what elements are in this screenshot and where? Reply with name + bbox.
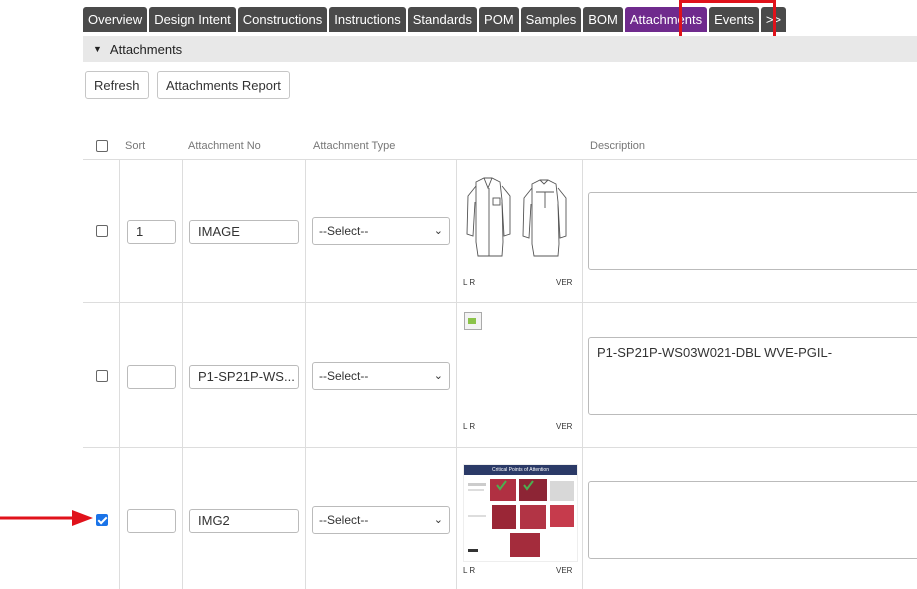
- attachment-type-value: --Select--: [319, 224, 369, 238]
- thumb-left-label[interactable]: L R: [463, 422, 475, 431]
- tab-more[interactable]: >>: [760, 7, 787, 32]
- red-arrow-icon: [0, 510, 93, 526]
- table-row: IMG2 --Select-- ⌄ Critical Points of Att…: [83, 447, 917, 589]
- table-header: Sort Attachment No Attachment Type Descr…: [83, 136, 917, 159]
- thumb-left-label[interactable]: L R: [463, 278, 475, 287]
- thumb-right-label[interactable]: VER: [556, 278, 572, 287]
- attachment-type-value: --Select--: [319, 369, 369, 383]
- chevron-down-icon: ⌄: [433, 225, 443, 237]
- sort-input[interactable]: [127, 509, 176, 533]
- refresh-button[interactable]: Refresh: [85, 71, 149, 99]
- attachment-type-select[interactable]: --Select-- ⌄: [312, 217, 450, 245]
- thumb-right-label[interactable]: VER: [556, 566, 572, 575]
- row-checkbox[interactable]: [96, 225, 108, 237]
- sort-input[interactable]: 1: [127, 220, 176, 244]
- attachment-type-value: --Select--: [319, 513, 369, 527]
- table-row: 1 IMAGE --Select-- ⌄ L R VER: [83, 159, 917, 303]
- column-header-description[interactable]: Description: [590, 140, 645, 152]
- tab-standards[interactable]: Standards: [407, 7, 478, 32]
- tab-attachments[interactable]: Attachments: [624, 7, 708, 32]
- broken-image-icon[interactable]: [464, 312, 482, 330]
- description-textarea[interactable]: P1-SP21P-WS03W021-DBL WVE-PGIL-: [588, 337, 917, 415]
- select-all-checkbox[interactable]: [96, 140, 108, 152]
- chevron-down-icon: ⌄: [433, 370, 443, 382]
- description-textarea[interactable]: [588, 481, 917, 559]
- attachment-no-input[interactable]: IMG2: [189, 509, 299, 533]
- column-header-attachment-type[interactable]: Attachment Type: [313, 140, 395, 152]
- tab-samples[interactable]: Samples: [520, 7, 582, 32]
- critical-points-thumbnail[interactable]: Critical Points of Attention: [463, 464, 578, 562]
- tab-constructions[interactable]: Constructions: [237, 7, 328, 32]
- attachments-section-header[interactable]: ▼ Attachments: [83, 36, 917, 62]
- thumb-left-label[interactable]: L R: [463, 566, 475, 575]
- tab-overview[interactable]: Overview: [83, 7, 148, 32]
- shirt-sketch-thumbnail[interactable]: [462, 172, 577, 262]
- sort-input[interactable]: [127, 365, 176, 389]
- column-header-attachment-no[interactable]: Attachment No: [188, 140, 261, 152]
- tab-events[interactable]: Events: [709, 7, 759, 32]
- attachment-no-input[interactable]: IMAGE: [189, 220, 299, 244]
- section-title: Attachments: [109, 41, 183, 57]
- attachments-report-button[interactable]: Attachments Report: [157, 71, 290, 99]
- tab-instructions[interactable]: Instructions: [329, 7, 406, 32]
- table-row: P1-SP21P-WS... --Select-- ⌄ L R VER P1-S…: [83, 302, 917, 448]
- row-checkbox[interactable]: [96, 514, 108, 526]
- attachment-type-select[interactable]: --Select-- ⌄: [312, 362, 450, 390]
- description-textarea[interactable]: [588, 192, 917, 270]
- tab-design-intent[interactable]: Design Intent: [149, 7, 236, 32]
- tab-bar: Overview Design Intent Constructions Ins…: [83, 7, 788, 32]
- attachment-no-input[interactable]: P1-SP21P-WS...: [189, 365, 299, 389]
- column-header-sort[interactable]: Sort: [125, 140, 145, 152]
- attachment-type-select[interactable]: --Select-- ⌄: [312, 506, 450, 534]
- caret-down-icon: ▼: [93, 44, 102, 54]
- tab-pom[interactable]: POM: [479, 7, 519, 32]
- thumbnail-header: Critical Points of Attention: [464, 465, 577, 475]
- tab-bom[interactable]: BOM: [583, 7, 623, 32]
- row-checkbox[interactable]: [96, 370, 108, 382]
- thumb-right-label[interactable]: VER: [556, 422, 572, 431]
- chevron-down-icon: ⌄: [433, 514, 443, 526]
- description-text: P1-SP21P-WS03W021-DBL WVE-PGIL-: [597, 345, 833, 360]
